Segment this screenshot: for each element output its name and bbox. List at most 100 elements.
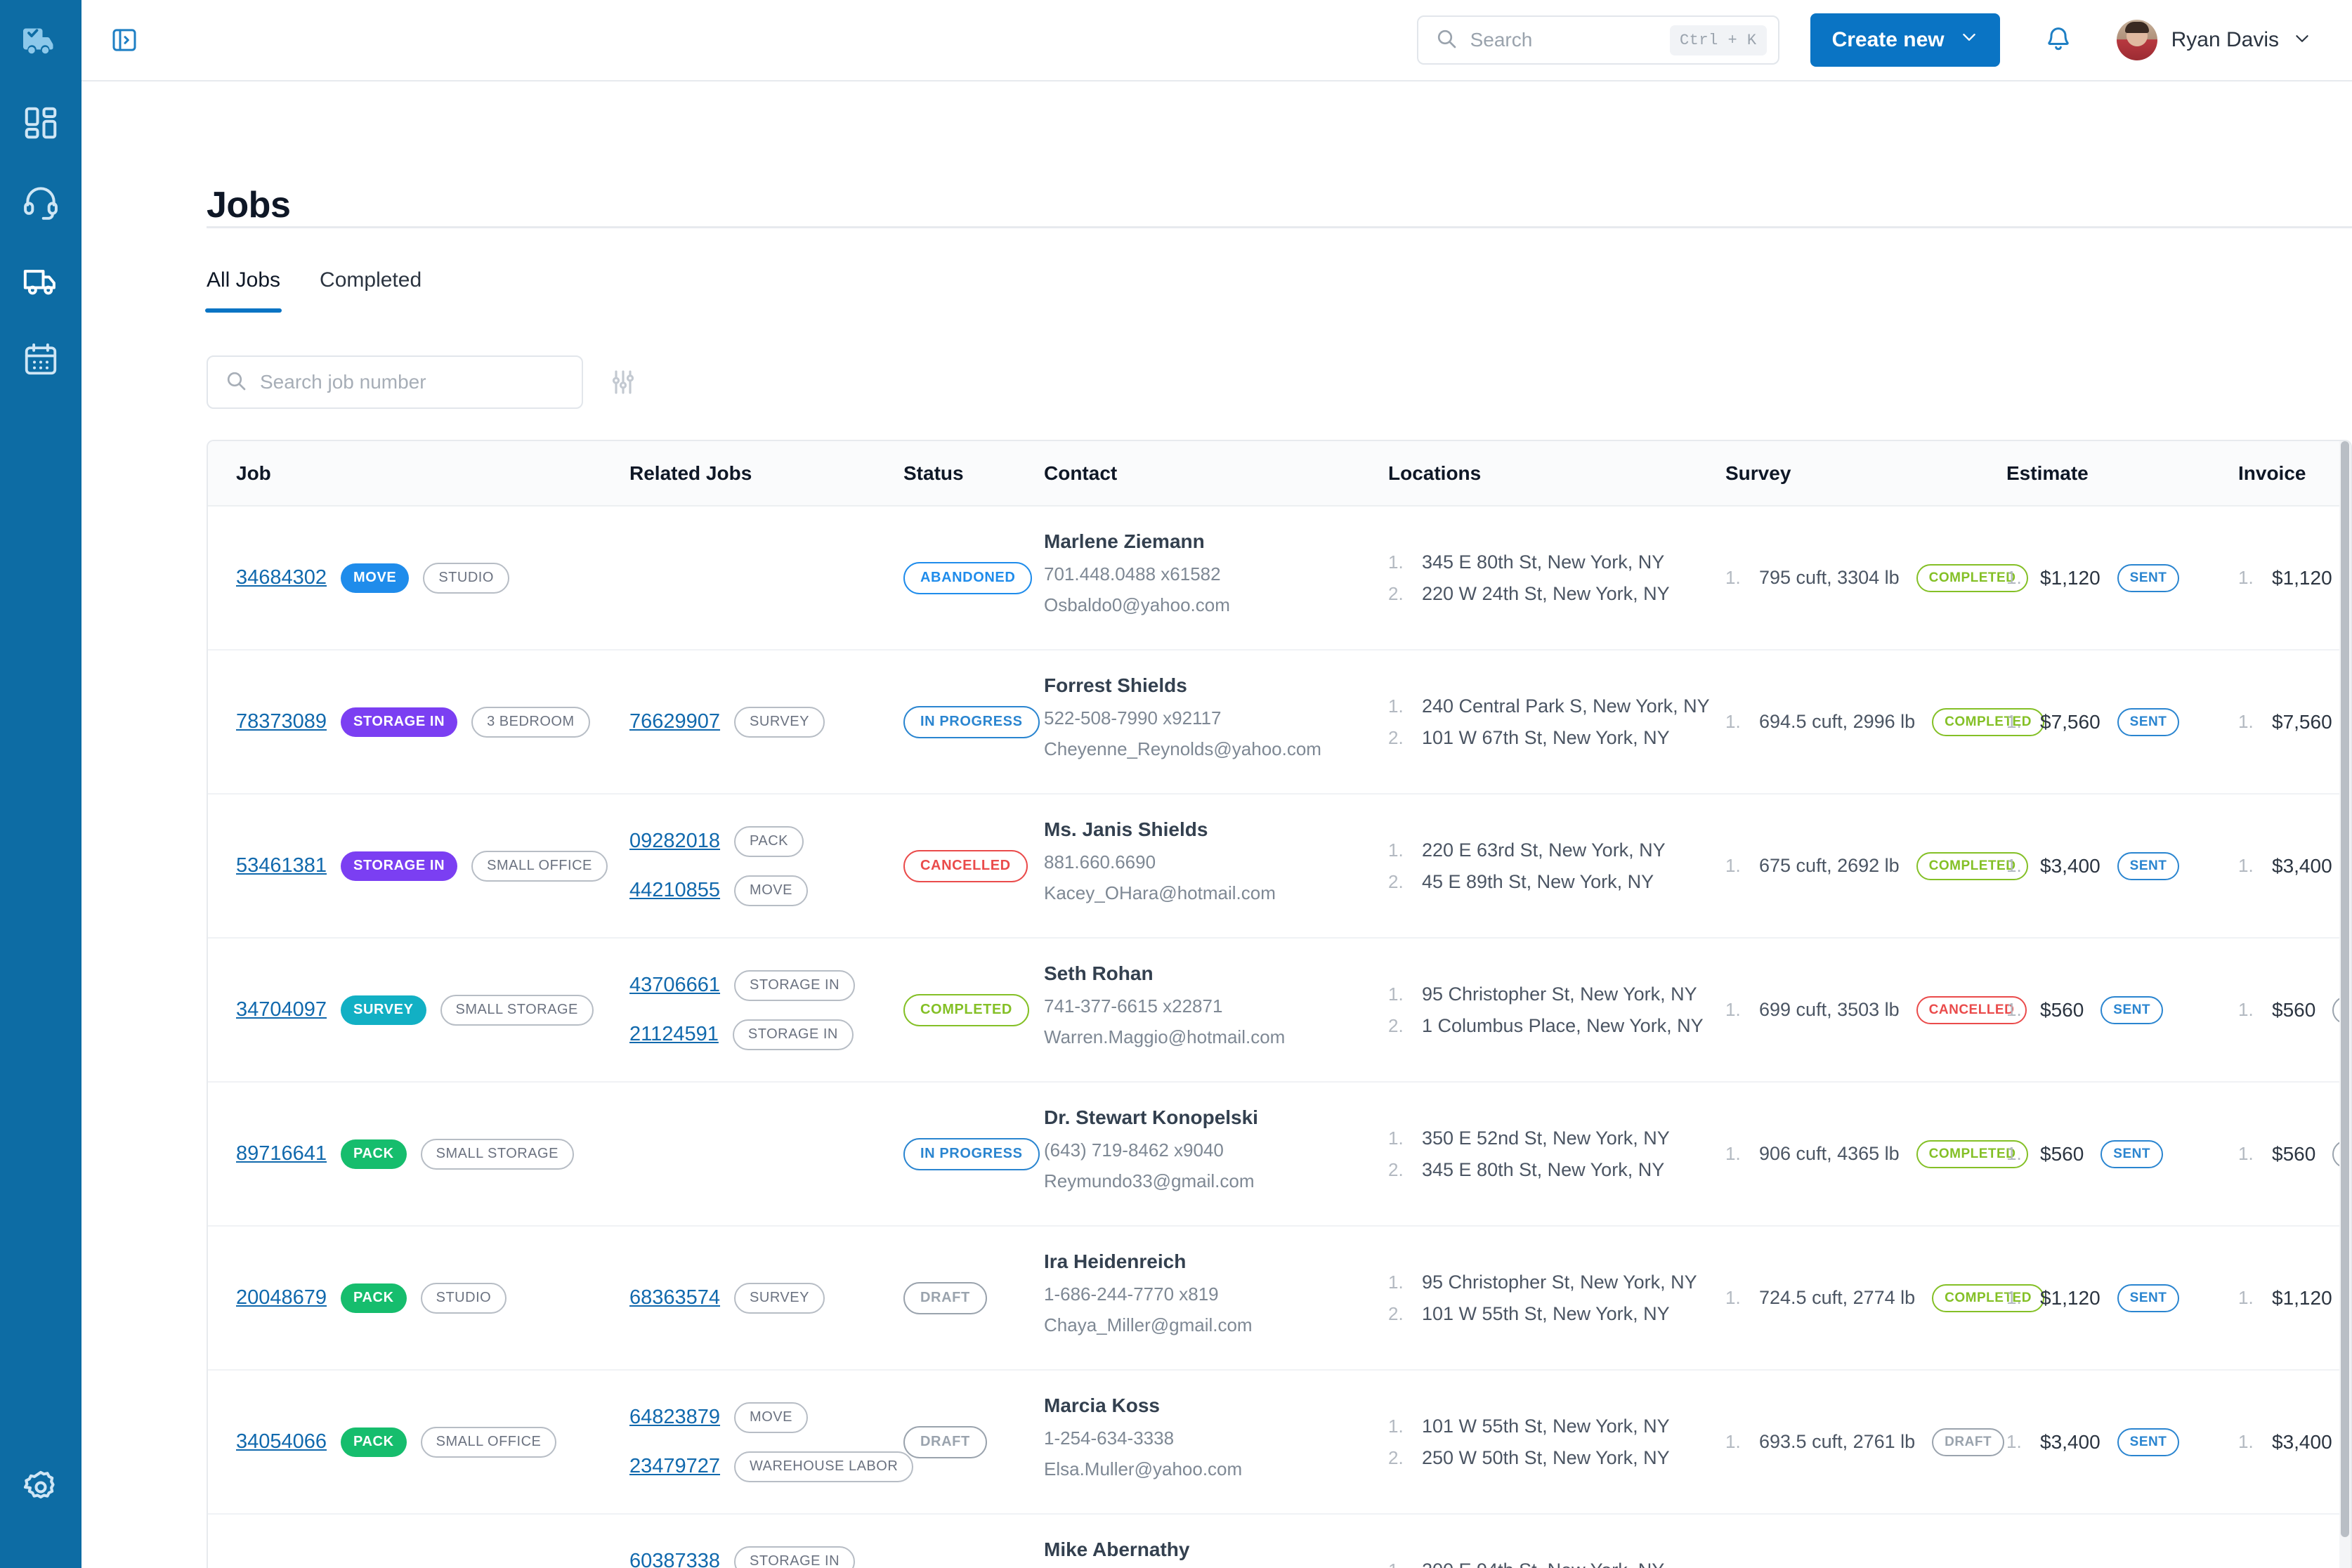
global-search-placeholder: Search xyxy=(1470,29,1533,51)
filter-sliders-icon[interactable] xyxy=(604,363,642,401)
related-job-item[interactable]: 60387338 STORAGE IN xyxy=(629,1546,903,1568)
related-job-link[interactable]: 68363574 xyxy=(629,1286,720,1309)
estimate-amount: $560 xyxy=(2040,998,2084,1021)
related-job-type-chip: WAREHOUSE LABOR xyxy=(734,1451,914,1482)
related-job-item[interactable]: 64823879 MOVE xyxy=(629,1402,903,1433)
related-job-link[interactable]: 44210855 xyxy=(629,879,720,902)
table-row[interactable]: 89716641 PACK SMALL STORAGE IN PROGRESS Dr. … xyxy=(208,1082,2351,1227)
scrollbar-thumb[interactable] xyxy=(2341,441,2349,1537)
related-job-link[interactable]: 64823879 xyxy=(629,1406,720,1429)
contact-email: Elsa.Muller@yahoo.com xyxy=(1044,1458,1243,1479)
location-item: 1. 101 W 55th St, New York, NY xyxy=(1388,1416,1725,1437)
location-address: 220 W 24th St, New York, NY xyxy=(1422,582,1670,604)
table-row[interactable]: 34704097 SURVEY SMALL STORAGE 43706661 STORA… xyxy=(208,938,2351,1083)
related-job-link[interactable]: 76629907 xyxy=(629,710,720,733)
survey-value: 795 cuft, 3304 lb xyxy=(1759,567,1900,588)
survey-index: 1. xyxy=(1725,855,1741,876)
job-size-chip: STUDIO xyxy=(423,562,509,594)
related-job-link[interactable]: 60387338 xyxy=(629,1550,720,1568)
location-item: 1. 220 E 63rd St, New York, NY xyxy=(1388,839,1725,861)
cell-related-jobs xyxy=(629,1082,903,1227)
location-index: 2. xyxy=(1388,870,1404,892)
survey-index: 1. xyxy=(1725,999,1741,1020)
location-item: 2. 220 W 24th St, New York, NY xyxy=(1388,583,1725,605)
table-row[interactable]: 19730174PACK4 BEDROOM60387338 STORAGE IN 1… xyxy=(208,1514,2351,1568)
status-badge: IN PROGRESS xyxy=(903,705,1040,738)
estimate-status-badge: SENT xyxy=(2117,707,2180,736)
table-row[interactable]: 34684302 MOVE STUDIO ABANDONED Marlene Ziema… xyxy=(208,506,2351,651)
job-number-link[interactable]: 34054066 xyxy=(236,1430,327,1453)
table-row[interactable]: 53461381 STORAGE IN SMALL OFFICE 09282018 PA… xyxy=(208,794,2351,939)
sidebar-item-settings[interactable] xyxy=(13,1461,68,1516)
search-job-number-input[interactable]: Search job number xyxy=(207,355,583,409)
sidebar-item-dashboard[interactable] xyxy=(13,97,68,152)
invoice-index: 1. xyxy=(2238,1431,2254,1452)
notifications-button[interactable] xyxy=(2039,21,2077,59)
column-header-status[interactable]: Status xyxy=(903,441,1044,507)
search-icon xyxy=(225,370,247,396)
column-header-contact[interactable]: Contact xyxy=(1044,441,1388,507)
related-job-link[interactable]: 09282018 xyxy=(629,830,720,853)
cell-invoice: 1.$560DRAFT xyxy=(2238,938,2351,1083)
related-job-link[interactable]: 23479727 xyxy=(629,1455,720,1478)
related-job-item[interactable]: 09282018 PACK xyxy=(629,825,903,857)
related-job-link[interactable]: 43706661 xyxy=(629,974,720,997)
column-header-invoice[interactable]: Invoice xyxy=(2238,441,2351,507)
location-index: 1. xyxy=(1388,839,1404,861)
column-header-survey[interactable]: Survey xyxy=(1725,441,2006,507)
location-index: 1. xyxy=(1388,1415,1404,1437)
sidebar-item-support[interactable] xyxy=(13,176,68,230)
service-type-chip: PACK xyxy=(341,1427,407,1457)
user-menu[interactable]: Ryan Davis xyxy=(2116,20,2311,60)
column-header-job[interactable]: Job xyxy=(208,441,629,507)
related-job-item[interactable]: 21124591 STORAGE IN xyxy=(629,1019,903,1050)
status-badge: ABANDONED xyxy=(903,561,1033,594)
job-number-link[interactable]: 89716641 xyxy=(236,1142,327,1165)
job-size-chip: 3 BEDROOM xyxy=(471,706,590,738)
estimate-amount: $7,560 xyxy=(2040,710,2101,733)
sidebar-item-jobs[interactable] xyxy=(13,254,68,309)
contact-name: Forrest Shields xyxy=(1044,674,1187,696)
table-vertical-scrollbar[interactable] xyxy=(2339,441,2351,1568)
job-number-link[interactable]: 34684302 xyxy=(236,566,327,589)
cell-related-jobs: 68363574 SURVEY xyxy=(629,1226,903,1371)
job-number-link[interactable]: 78373089 xyxy=(236,710,327,733)
table-row[interactable]: 34054066 PACK SMALL OFFICE 64823879 MOVE 2347… xyxy=(208,1370,2351,1515)
related-job-item[interactable]: 23479727 WAREHOUSE LABOR xyxy=(629,1451,914,1482)
status-badge: DRAFT xyxy=(903,1281,987,1314)
column-header-related-jobs[interactable]: Related Jobs xyxy=(629,441,903,507)
sidebar-item-calendar[interactable] xyxy=(13,333,68,388)
tab-completed[interactable]: Completed xyxy=(320,268,422,311)
tabs-divider xyxy=(207,226,2352,228)
job-number-link[interactable]: 34704097 xyxy=(236,998,327,1021)
related-job-item[interactable]: 44210855 MOVE xyxy=(629,875,903,906)
estimate-item: 1. $1,120 SENT xyxy=(2006,1283,2238,1312)
related-job-link[interactable]: 21124591 xyxy=(629,1023,719,1046)
panel-expand-icon[interactable] xyxy=(105,21,143,59)
job-number-link[interactable]: 53461381 xyxy=(236,854,327,877)
job-number-link[interactable]: 20048679 xyxy=(236,1286,327,1309)
cell-locations: 1. 95 Christopher St, New York, NY 2. 101 W… xyxy=(1388,1226,1725,1371)
calendar-icon xyxy=(22,340,60,381)
table-row[interactable]: 20048679 PACK STUDIO 68363574 SURVEY DRAFT Ira… xyxy=(208,1226,2351,1371)
app-logo-icon[interactable] xyxy=(15,15,66,66)
table-row[interactable]: 78373089 STORAGE IN 3 BEDROOM 76629907 SURVE… xyxy=(208,650,2351,795)
job-size-chip: SMALL STORAGE xyxy=(420,1138,574,1170)
location-item: 2. 345 E 80th St, New York, NY xyxy=(1388,1159,1725,1181)
column-header-estimate[interactable]: Estimate xyxy=(2006,441,2238,507)
related-job-item[interactable]: 68363574 SURVEY xyxy=(629,1282,903,1314)
estimate-item: 1. $3,400 SENT xyxy=(2006,1427,2238,1456)
job-size-chip: SMALL OFFICE xyxy=(420,1426,557,1458)
related-job-item[interactable]: 43706661 STORAGE IN xyxy=(629,969,903,1001)
tab-all-jobs[interactable]: All Jobs xyxy=(204,268,282,313)
related-job-item[interactable]: 76629907 SURVEY xyxy=(629,706,903,738)
contact-email: Osbaldo0@yahoo.com xyxy=(1044,594,1230,615)
create-new-button[interactable]: Create new xyxy=(1810,13,2000,67)
cell-invoice: 1.$7,560DRAFT xyxy=(2238,650,2351,795)
global-search-input[interactable]: Search Ctrl + K xyxy=(1416,15,1779,65)
column-header-locations[interactable]: Locations xyxy=(1388,441,1725,507)
table-body: 34684302 MOVE STUDIO ABANDONED Marlene Ziema… xyxy=(208,506,2351,1568)
create-new-label: Create new xyxy=(1831,28,1945,51)
status-badge: DRAFT xyxy=(903,1425,987,1458)
contact-email: Warren.Maggio@hotmail.com xyxy=(1044,1026,1286,1047)
